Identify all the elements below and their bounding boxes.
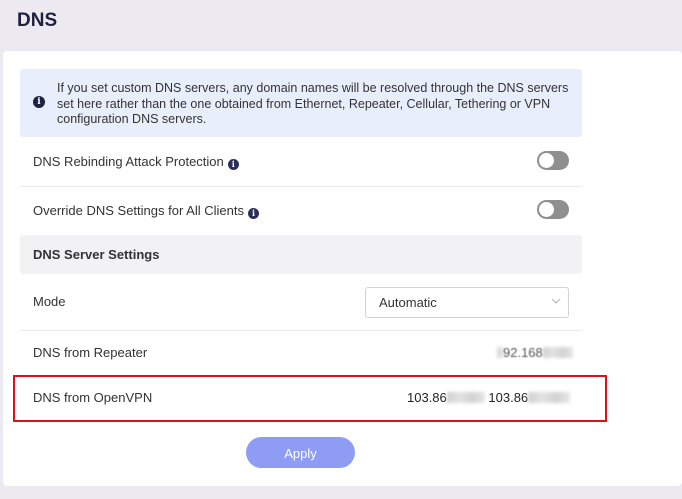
- dns-repeater-value: 92.168: [497, 345, 573, 360]
- mode-select[interactable]: Automatic: [365, 287, 569, 318]
- dns-repeater-label: DNS from Repeater: [33, 345, 148, 360]
- rebinding-protection-toggle[interactable]: [537, 151, 569, 170]
- mode-label: Mode: [33, 294, 66, 309]
- blurred-text: [542, 347, 573, 358]
- dns-repeater-prefix: 92.168: [503, 345, 543, 360]
- info-circle-icon[interactable]: i: [247, 208, 259, 219]
- info-notice: i If you set custom DNS servers, any dom…: [20, 69, 582, 137]
- info-line: If you set custom DNS servers, any domai…: [57, 81, 569, 95]
- override-dns-label: Override DNS Settings for All Clients i: [33, 203, 259, 219]
- toggle-knob: [539, 153, 554, 168]
- highlight-annotation-box: [13, 375, 607, 422]
- apply-button[interactable]: Apply: [246, 437, 355, 468]
- chevron-down-icon: [551, 298, 561, 304]
- info-circle-icon[interactable]: i: [227, 159, 239, 170]
- page-title: DNS: [17, 10, 58, 31]
- info-circle-icon: i: [33, 96, 45, 108]
- toggle-knob: [539, 202, 554, 217]
- rebinding-protection-text: DNS Rebinding Attack Protection: [33, 154, 224, 169]
- dns-server-settings-header: DNS Server Settings: [20, 235, 582, 274]
- section-title: DNS Server Settings: [33, 247, 160, 262]
- rebinding-protection-label: DNS Rebinding Attack Protection i: [33, 154, 239, 170]
- override-dns-toggle[interactable]: [537, 200, 569, 219]
- info-text: If you set custom DNS servers, any domai…: [57, 81, 572, 128]
- divider: [20, 186, 582, 187]
- info-line: configuration DNS servers.: [57, 112, 207, 126]
- info-line: set here rather than the one obtained fr…: [57, 96, 551, 111]
- mode-select-value: Automatic: [379, 295, 437, 310]
- override-dns-text: Override DNS Settings for All Clients: [33, 203, 244, 218]
- divider: [20, 330, 582, 331]
